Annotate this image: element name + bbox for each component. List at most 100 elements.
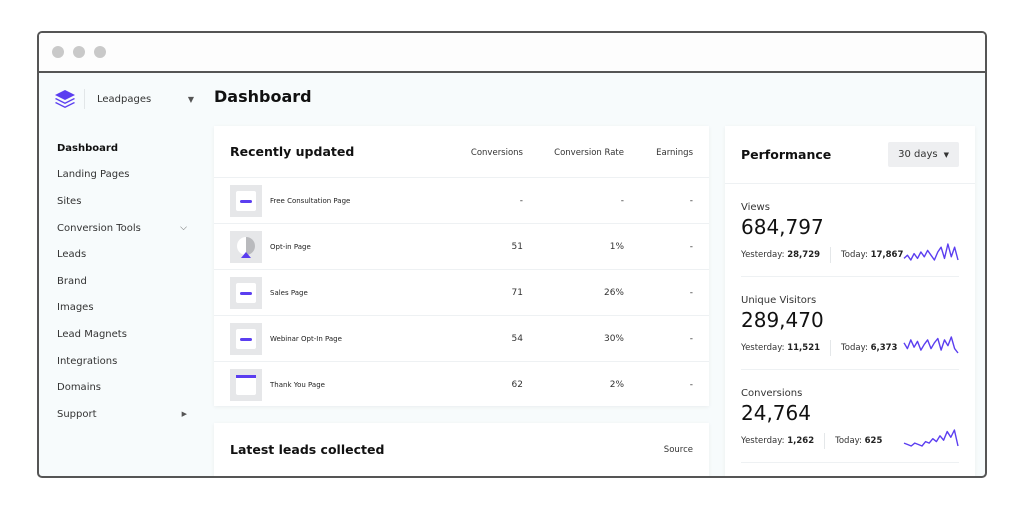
page-name[interactable]: Sales Page <box>270 289 308 297</box>
workspace-switcher[interactable]: Leadpages ▼ <box>54 88 194 110</box>
caret-right-icon: ▶ <box>181 410 187 419</box>
conversion-rate-value: 2% <box>609 380 624 390</box>
page-thumbnail <box>230 369 262 401</box>
metric-breakdown: Yesterday: 1,262 Today: 625 <box>741 433 882 449</box>
earnings-value: - <box>689 334 693 344</box>
sidebar-item-leads[interactable]: Leads <box>57 241 187 268</box>
sidebar-item-label: Domains <box>57 382 102 394</box>
column-header-earnings[interactable]: Earnings <box>656 148 693 158</box>
sidebar-item-label: Conversion Tools <box>57 222 141 234</box>
conversions-value: - <box>519 196 523 206</box>
yesterday-label: Yesterday: <box>741 436 785 446</box>
yesterday-label: Yesterday: <box>741 343 785 353</box>
earnings-value: - <box>689 380 693 390</box>
metric-breakdown: Yesterday: 28,729 Today: 17,867 <box>741 247 903 263</box>
leads-title: Latest leads collected <box>230 441 385 457</box>
conversion-rate-value: 1% <box>609 242 624 252</box>
brand-divider <box>84 89 85 109</box>
metric-label: Conversions <box>741 388 803 399</box>
sidebar-item-lead-magnets[interactable]: Lead Magnets <box>57 321 187 348</box>
page-name[interactable]: Thank You Page <box>270 381 325 389</box>
earnings-value: - <box>689 242 693 252</box>
app-body: Leadpages ▼ Dashboard Landing Pages Site… <box>39 73 985 476</box>
page-thumbnail <box>230 276 262 309</box>
yesterday-label: Yesterday: <box>741 250 785 260</box>
sidebar-item-label: Integrations <box>57 355 118 367</box>
sidebar-item-integrations[interactable]: Integrations <box>57 348 187 375</box>
sidebar-item-label: Support <box>57 408 97 420</box>
conversion-rate-value: - <box>620 196 624 206</box>
sparkline-path <box>903 336 959 354</box>
divider <box>830 340 832 356</box>
page-title: Dashboard <box>214 87 312 106</box>
sidebar-item-label: Landing Pages <box>57 169 130 181</box>
window-close-dot[interactable] <box>52 46 64 58</box>
leadpages-logo-icon <box>55 90 75 108</box>
sparkline-path <box>903 429 959 447</box>
page-name[interactable]: Opt-in Page <box>270 243 311 251</box>
metric-value: 684,797 <box>741 215 824 239</box>
recent-header: Recently updated Conversions Conversion … <box>214 126 709 178</box>
conversion-rate-value: 30% <box>603 334 624 344</box>
yesterday-value: 28,729 <box>787 250 821 260</box>
sidebar-item-label: Sites <box>57 195 82 207</box>
recent-title: Recently updated <box>230 144 355 159</box>
metric-label: Views <box>741 202 770 213</box>
conversion-rate-value: 26% <box>603 288 624 298</box>
sidebar-item-label: Dashboard <box>57 142 118 154</box>
today-value: 625 <box>864 436 883 446</box>
table-row[interactable]: Opt-in Page 51 1% - <box>214 224 709 270</box>
performance-title: Performance <box>741 147 832 162</box>
page-name[interactable]: Free Consultation Page <box>270 197 350 205</box>
sidebar-item-conversion-tools[interactable]: Conversion Tools ⌵ <box>57 215 187 242</box>
sidebar-item-label: Images <box>57 302 94 314</box>
metric-value: 24,764 <box>741 401 811 425</box>
date-range-dropdown[interactable]: 30 days ▼ <box>888 142 959 167</box>
sidebar-item-support[interactable]: Support ▶ <box>57 401 187 428</box>
performance-header: Performance 30 days ▼ <box>725 126 975 184</box>
table-row[interactable]: Webinar Opt-In Page 54 30% - <box>214 316 709 362</box>
today-label: Today: <box>841 343 868 353</box>
sidebar-item-images[interactable]: Images <box>57 295 187 322</box>
table-row[interactable]: Free Consultation Page - - - <box>214 178 709 224</box>
metric-value: 289,470 <box>741 308 824 332</box>
sidebar-item-label: Lead Magnets <box>57 328 127 340</box>
column-header-source[interactable]: Source <box>664 445 693 455</box>
caret-down-icon: ▼ <box>187 94 194 104</box>
conversions-value: 71 <box>511 288 523 298</box>
leads-header: Latest leads collected Source <box>214 423 709 475</box>
sidebar-item-dashboard[interactable]: Dashboard <box>57 135 187 162</box>
today-label: Today: <box>835 436 862 446</box>
metric-label: Unique Visitors <box>741 295 817 306</box>
chevron-down-icon: ⌵ <box>180 223 187 234</box>
page-name[interactable]: Webinar Opt-In Page <box>270 335 342 343</box>
window-maximize-dot[interactable] <box>94 46 106 58</box>
column-header-conversion-rate[interactable]: Conversion Rate <box>554 148 624 158</box>
recently-updated-card: Recently updated Conversions Conversion … <box>214 126 709 406</box>
views-sparkline <box>903 243 959 261</box>
conversions-value: 62 <box>511 380 523 390</box>
sidebar-item-landing-pages[interactable]: Landing Pages <box>57 162 187 189</box>
divider <box>824 433 826 449</box>
column-header-conversions[interactable]: Conversions <box>471 148 523 158</box>
metric-breakdown: Yesterday: 11,521 Today: 6,373 <box>741 340 897 356</box>
divider <box>830 247 832 263</box>
earnings-value: - <box>689 196 693 206</box>
latest-leads-card: Latest leads collected Source <box>214 423 709 476</box>
today-label: Today: <box>841 250 868 260</box>
conversions-value: 54 <box>511 334 523 344</box>
yesterday-value: 11,521 <box>787 343 821 353</box>
sidebar-item-brand[interactable]: Brand <box>57 268 187 295</box>
sidebar-item-sites[interactable]: Sites <box>57 188 187 215</box>
window-minimize-dot[interactable] <box>73 46 85 58</box>
sidebar-item-label: Brand <box>57 275 87 287</box>
conversions-value: 51 <box>511 242 523 252</box>
browser-window: Leadpages ▼ Dashboard Landing Pages Site… <box>37 31 987 478</box>
today-value: 17,867 <box>870 250 904 260</box>
table-row[interactable]: Thank You Page 62 2% - <box>214 362 709 408</box>
table-row[interactable]: Sales Page 71 26% - <box>214 270 709 316</box>
page-thumbnail <box>230 184 262 217</box>
sidebar-item-domains[interactable]: Domains <box>57 374 187 401</box>
sidebar-item-label: Leads <box>57 249 87 261</box>
unique-visitors-sparkline <box>903 336 959 354</box>
